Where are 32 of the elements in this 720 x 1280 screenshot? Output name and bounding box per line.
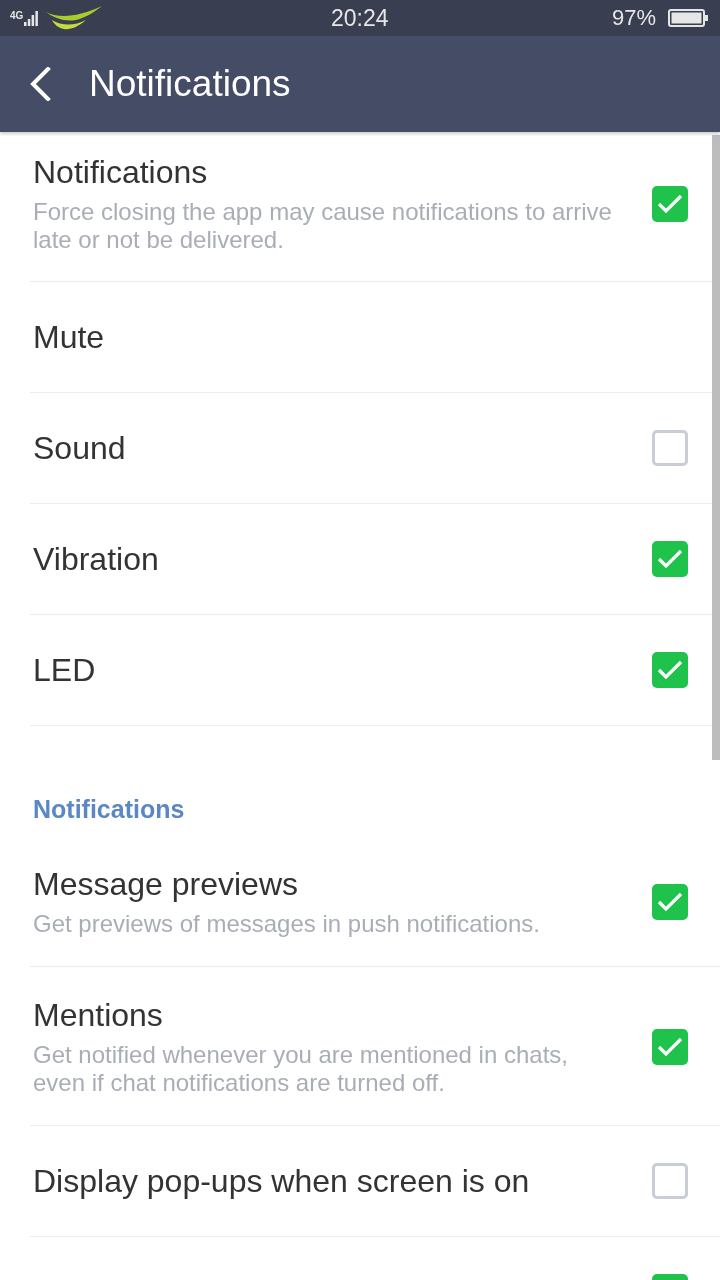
checkmark-icon — [657, 1037, 683, 1057]
setting-link[interactable]: Mute — [33, 319, 105, 355]
checkbox[interactable] — [652, 186, 688, 222]
checkmark-icon — [657, 660, 683, 680]
setting-title: LED — [33, 652, 96, 688]
checkbox[interactable] — [652, 430, 688, 466]
header-title: Notifications — [89, 63, 291, 105]
checkbox[interactable] — [652, 652, 688, 688]
checkmark-icon — [657, 892, 683, 912]
setting-description: Get previews of messages in push notifications. — [33, 910, 541, 938]
battery-icon — [668, 9, 708, 27]
clock-time: 20:24 — [331, 5, 389, 31]
checkbox[interactable] — [652, 1029, 688, 1065]
setting-title: Display pop-ups when screen is on — [33, 1163, 530, 1199]
checkbox[interactable] — [652, 1163, 688, 1199]
back-icon — [29, 67, 51, 101]
setting-description: Get notified whenever you are mentioned in chats, even if chat notifications are turned off. — [33, 1041, 569, 1097]
checkmark-icon — [657, 549, 683, 569]
checkbox[interactable] — [652, 884, 688, 920]
section-header: Notifications — [33, 795, 185, 823]
checkmark-icon — [657, 194, 683, 214]
setting-title: Message previews — [33, 866, 298, 902]
setting-title: Notifications — [33, 154, 208, 190]
swoosh-icon — [46, 6, 103, 30]
network-type-label: 4G — [10, 11, 24, 21]
setting-title: Mentions — [33, 997, 163, 1033]
setting-description: Force closing the app may cause notifications to arrive late or not be delivered. — [33, 198, 613, 254]
setting-title: Vibration — [33, 541, 159, 577]
signal-bars-icon — [24, 10, 39, 26]
setting-title: Sound — [33, 430, 126, 466]
battery-percentage: 97% — [611, 5, 656, 31]
checkbox[interactable] — [652, 541, 688, 577]
